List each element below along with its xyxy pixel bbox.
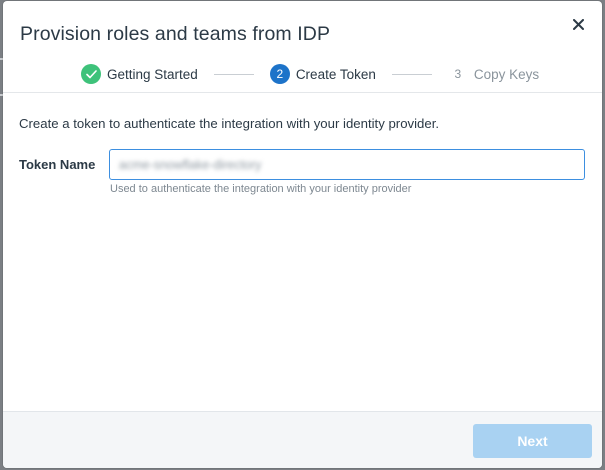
step-number: 2 xyxy=(269,64,290,84)
token-name-helper: Used to authenticate the integration wit… xyxy=(110,183,412,195)
step-number: 3 xyxy=(454,67,462,81)
dialog-title: Provision roles and teams from IDP xyxy=(20,23,331,45)
dialog-body: Create a token to authenticate the integ… xyxy=(3,94,602,412)
intro-text: Create a token to authenticate the integ… xyxy=(19,116,440,131)
check-icon xyxy=(81,64,101,84)
step-connector xyxy=(391,73,432,75)
dialog-footer: Next xyxy=(3,411,602,468)
close-icon[interactable] xyxy=(568,14,588,34)
dialog-header: Provision roles and teams from IDP Getti… xyxy=(3,1,602,93)
stepper: Getting Started 2 Create Token 3 Copy Ke… xyxy=(81,63,539,85)
token-name-value: acme-snowflake-directory xyxy=(119,158,262,172)
step-create-token: 2 Create Token xyxy=(269,64,376,84)
next-button[interactable]: Next xyxy=(473,424,592,458)
token-name-input[interactable]: acme-snowflake-directory xyxy=(109,149,585,180)
step-label: Create Token xyxy=(295,66,376,82)
step-label: Copy Keys xyxy=(473,66,540,82)
step-getting-started: Getting Started xyxy=(81,64,198,84)
step-connector xyxy=(213,73,254,75)
token-name-label: Token Name xyxy=(19,157,96,172)
step-label: Getting Started xyxy=(107,66,198,82)
step-copy-keys: 3 Copy Keys xyxy=(448,64,540,84)
provision-dialog: Provision roles and teams from IDP Getti… xyxy=(3,1,602,468)
